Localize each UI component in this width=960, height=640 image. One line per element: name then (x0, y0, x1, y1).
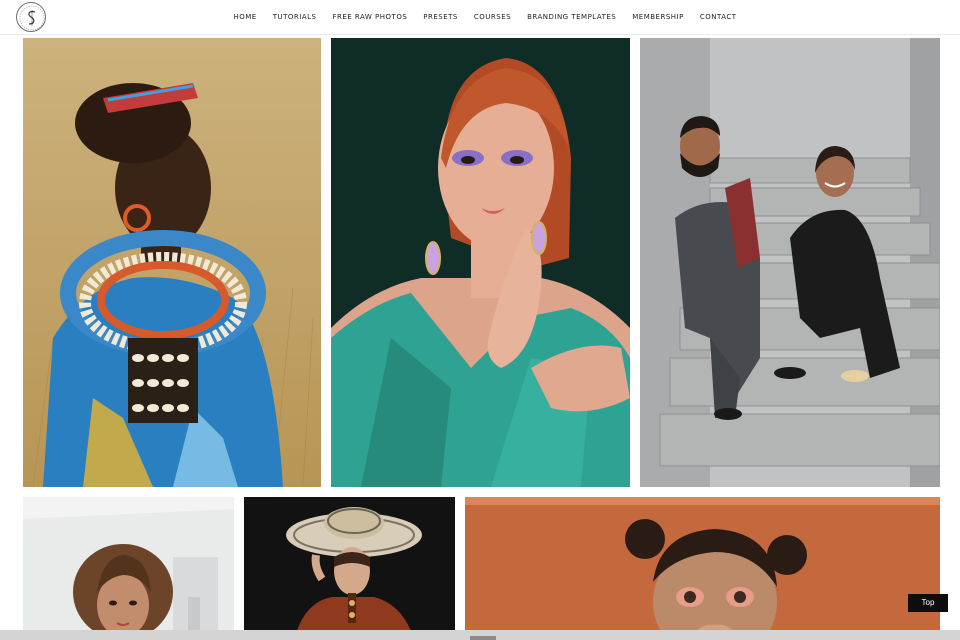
photo-grid (0, 0, 960, 640)
horizontal-scrollbar-thumb[interactable] (470, 636, 496, 640)
photo-teal-dress-woman[interactable] (331, 38, 630, 487)
photo-sombrero-woman[interactable] (244, 497, 455, 640)
photo-couple-stairs[interactable] (640, 38, 940, 487)
photo-space-buns-woman[interactable] (465, 497, 940, 640)
photo-curly-hair-woman[interactable] (23, 497, 234, 640)
photo-beaded-necklace-woman[interactable] (23, 38, 321, 487)
back-to-top-button[interactable]: Top (908, 594, 948, 612)
